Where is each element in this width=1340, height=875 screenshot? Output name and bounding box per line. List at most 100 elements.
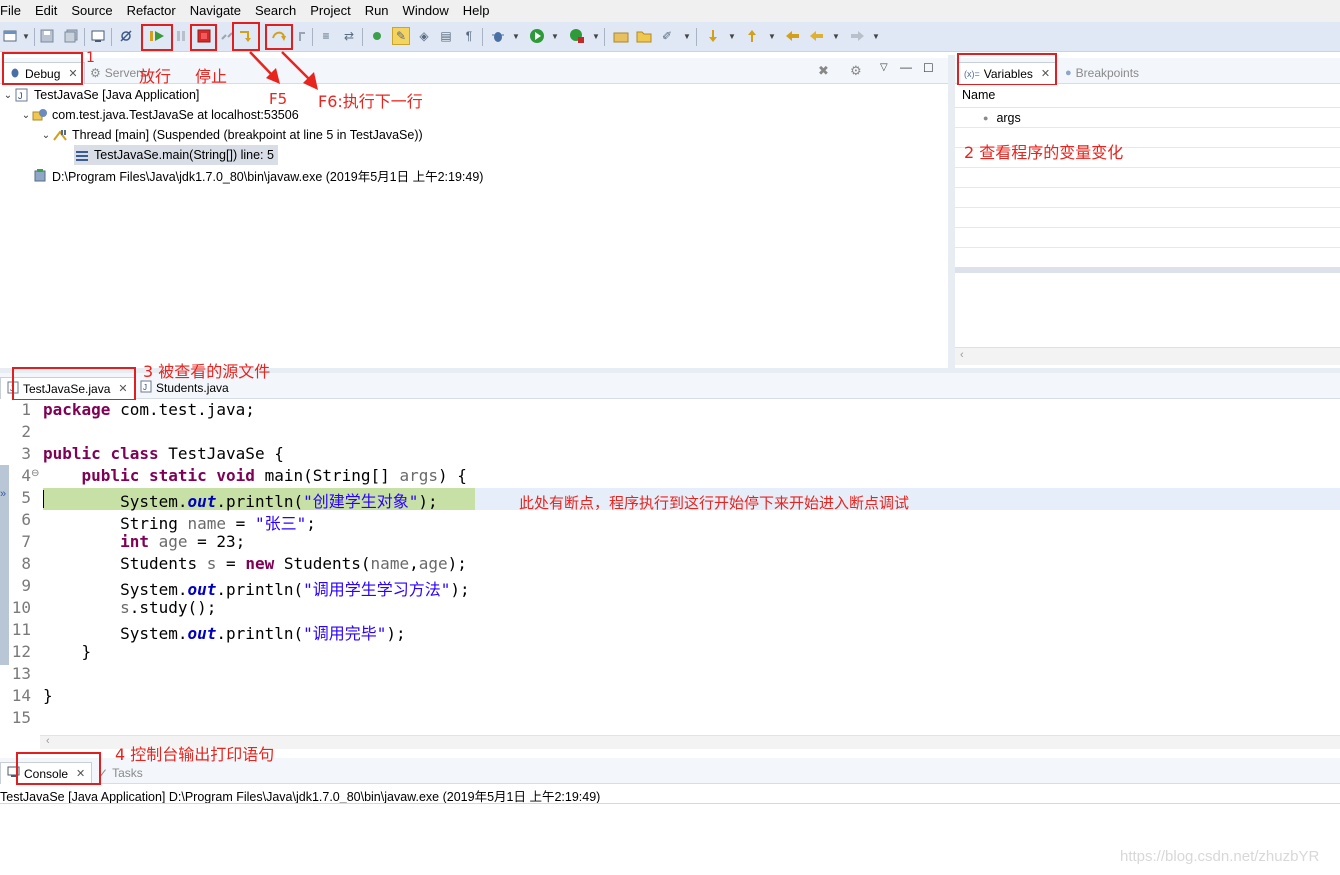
code-editor[interactable]: » 1 2 3 4 ⊖ 5 6 7 8 9 10 11 12 13 14 15 … (0, 400, 1340, 735)
scroll-left-icon[interactable]: ‹ (46, 735, 50, 747)
menu-edit[interactable]: Edit (28, 0, 64, 22)
open-folder-icon[interactable] (635, 27, 653, 45)
view-menu-icon[interactable]: ▽ (880, 62, 888, 73)
chevron-down-icon[interactable]: ▼ (728, 27, 736, 45)
console-status: TestJavaSe [Java Application] D:\Program… (0, 790, 601, 804)
console-tab-highlight (16, 752, 101, 785)
tree-item-app[interactable]: ⌄ J TestJavaSe [Java Application] (2, 85, 200, 105)
remove-terminated-icon[interactable]: ✖ (818, 63, 829, 79)
java-app-icon: J (14, 88, 30, 102)
chevron-down-icon[interactable]: ▼ (832, 27, 840, 45)
chevron-down-icon[interactable]: ⌄ (2, 90, 14, 101)
debug-tab-highlight (2, 52, 83, 85)
maximize-icon[interactable]: ☐ (923, 61, 934, 75)
previous-annotation-icon[interactable] (743, 27, 761, 45)
minimize-icon[interactable]: — (900, 60, 912, 74)
tab-breakpoints[interactable]: ● Breakpoints (1059, 62, 1145, 84)
scroll-left-icon[interactable]: ‹ (960, 349, 964, 361)
menu-project[interactable]: Project (303, 0, 357, 22)
annotation-variables: 2 查看程序的变量变化 (964, 143, 1124, 162)
next-annotation-icon[interactable] (704, 27, 722, 45)
tree-app-label: TestJavaSe [Java Application] (34, 88, 200, 102)
editor-tab-highlight (12, 367, 136, 401)
paragraph-icon[interactable]: ¶ (460, 27, 478, 45)
forward-icon[interactable] (848, 27, 866, 45)
save-all-icon[interactable] (62, 27, 80, 45)
breakpoints-icon: ● (1065, 67, 1072, 79)
code-line-current: System.out.println("创建学生对象"); (43, 492, 438, 511)
line-number: 2 (21, 422, 31, 441)
server-icon: ⚙ (90, 66, 101, 80)
code-line: String name = "张三"; (43, 514, 316, 533)
chevron-down-icon[interactable]: ▼ (768, 27, 776, 45)
variable-name: args (996, 111, 1021, 125)
chevron-down-icon[interactable]: ▼ (872, 27, 880, 45)
last-edit-location-icon[interactable] (784, 27, 802, 45)
skip-breakpoints-icon[interactable] (117, 27, 135, 45)
suspend-icon[interactable] (172, 27, 190, 45)
code-line: System.out.println("调用学生学习方法"); (43, 580, 470, 599)
toolbar-separator (604, 28, 605, 46)
toggle-block-icon[interactable]: ◈ (415, 27, 433, 45)
chevron-down-icon[interactable]: ▼ (512, 27, 520, 45)
tab-tasks-label: Tasks (112, 766, 143, 780)
chevron-down-icon[interactable]: ▼ (551, 27, 559, 45)
chevron-down-icon[interactable]: ▼ (683, 27, 691, 45)
line-number: 6 (21, 510, 31, 529)
show-whitespace-icon[interactable]: ▤ (437, 27, 455, 45)
toolbar-separator (482, 28, 483, 46)
step-filters-icon[interactable]: ⇄ (340, 27, 358, 45)
code-line: package com.test.java; (43, 400, 255, 419)
chevron-down-icon[interactable]: ▼ (22, 27, 30, 45)
mark-occurrences-icon[interactable]: ✎ (392, 27, 410, 45)
line-number: 11 (11, 620, 31, 639)
menu-window[interactable]: Window (396, 0, 456, 22)
menu-help[interactable]: Help (456, 0, 497, 22)
chevron-down-icon[interactable]: ▼ (592, 27, 600, 45)
console-icon[interactable] (89, 27, 107, 45)
line-number: 4 (21, 466, 31, 485)
chevron-down-icon[interactable]: ⌄ (40, 130, 52, 141)
save-icon[interactable] (38, 27, 56, 45)
menu-search[interactable]: Search (248, 0, 303, 22)
code-line: } (43, 686, 53, 705)
external-tools-icon[interactable] (568, 27, 586, 45)
resume-highlight (141, 24, 173, 51)
tree-item-frame[interactable]: TestJavaSe.main(String[]) line: 5 (74, 145, 278, 165)
menu-file[interactable]: File (0, 0, 28, 22)
tree-item-thread[interactable]: ⌄ Thread [main] (Suspended (breakpoint a… (40, 125, 423, 145)
details-sash[interactable] (955, 267, 1340, 273)
variables-table: Name ● args ‹ (955, 85, 1340, 367)
column-name-header[interactable]: Name (962, 88, 995, 102)
sash-vertical[interactable] (948, 55, 955, 368)
menu-refactor[interactable]: Refactor (120, 0, 183, 22)
java-file-icon: J (140, 380, 152, 396)
menu-source[interactable]: Source (64, 0, 119, 22)
line-number: 15 (11, 708, 31, 727)
tree-vm-label: com.test.java.TestJavaSe at localhost:53… (52, 108, 299, 122)
code-line: int age = 23; (120, 532, 246, 551)
code-line: public class TestJavaSe { (43, 444, 284, 463)
variable-row[interactable]: ● args (983, 111, 1021, 125)
debug-view-icon[interactable] (368, 27, 386, 45)
debug-bug-icon[interactable] (489, 27, 507, 45)
tree-frame-label: TestJavaSe.main(String[]) line: 5 (94, 148, 274, 162)
tree-item-vm[interactable]: ⌄ com.test.java.TestJavaSe at localhost:… (20, 105, 299, 125)
horizontal-scrollbar[interactable]: ‹ (955, 347, 1340, 365)
tree-thread-label: Thread [main] (Suspended (breakpoint at … (72, 128, 423, 142)
toolbar-separator (34, 28, 35, 46)
menu-run[interactable]: Run (358, 0, 396, 22)
chevron-down-icon[interactable]: ⌄ (20, 110, 32, 121)
annotation-console: 4 控制台输出打印语句 (115, 745, 275, 764)
brush-icon[interactable]: ✐ (658, 27, 676, 45)
tree-item-process[interactable]: D:\Program Files\Java\jdk1.7.0_80\bin\ja… (20, 165, 483, 185)
menu-navigate[interactable]: Navigate (183, 0, 248, 22)
back-icon[interactable] (808, 27, 826, 45)
fold-icon[interactable]: ⊖ (31, 468, 39, 479)
toolbar-separator (84, 28, 85, 46)
new-wizard-icon[interactable] (2, 27, 20, 45)
debug-options-icon[interactable]: ⚙ (850, 63, 862, 79)
annotation-arrows (249, 51, 318, 90)
run-icon[interactable] (528, 27, 546, 45)
new-package-icon[interactable] (612, 27, 630, 45)
